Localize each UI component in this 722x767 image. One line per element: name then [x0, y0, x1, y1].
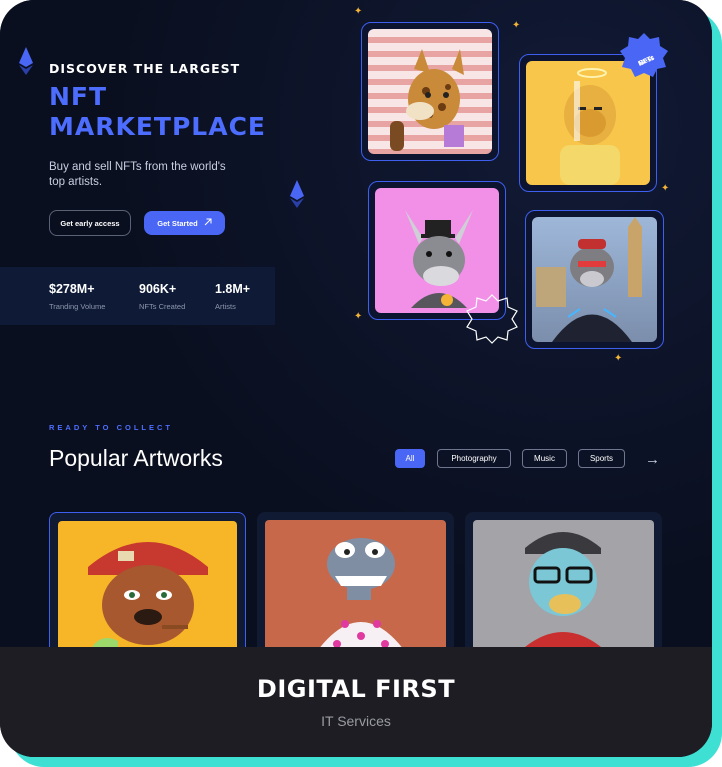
popular-title: Popular Artworks: [49, 445, 223, 471]
hero-subtitle: Buy and sell NFTs from the world's top a…: [49, 161, 226, 188]
filter-label: Sports: [589, 454, 614, 463]
stat-label: Tranding Volume: [49, 302, 106, 311]
dino-nft: [265, 520, 446, 654]
sparkle-icon: ✦: [354, 6, 363, 17]
hero-title-line1: NFT: [49, 82, 108, 111]
stat-artists: 1.8M+ Artists: [215, 282, 250, 311]
stats-bar: $278M+ Tranding Volume 906K+ NFTs Create…: [0, 267, 275, 325]
ethereum-icon: [19, 47, 33, 75]
ethereum-icon: [290, 180, 304, 208]
stat-label: Artists: [215, 302, 236, 311]
filter-sports[interactable]: Sports: [578, 449, 625, 468]
get-early-access-label: Get early access: [60, 218, 120, 228]
stat-volume: $278M+ Tranding Volume: [49, 282, 105, 311]
golden-ape-nft: [526, 61, 650, 185]
filter-photography[interactable]: Photography: [437, 449, 511, 468]
giraffe-dog-nft: [368, 29, 492, 154]
get-early-access-button[interactable]: Get early access: [49, 210, 131, 236]
filter-label: Photography: [451, 454, 497, 463]
portfolio-card: DISCOVER THE LARGEST NFT MARKETPLACE Buy…: [0, 0, 712, 757]
stat-value: $278M+: [49, 282, 95, 296]
stat-value: 1.8M+: [215, 282, 251, 296]
arrow-right-icon[interactable]: →: [645, 451, 660, 468]
arrow-up-right-icon: [204, 218, 212, 228]
sparkle-icon: ✦: [512, 20, 521, 31]
best-nfts-badge: Best NFTs: [619, 33, 669, 77]
get-started-label: Get Started: [157, 218, 198, 228]
artwork-card[interactable]: [465, 512, 662, 662]
featured-nft-card[interactable]: [361, 22, 499, 161]
seal-outline-icon: [463, 293, 521, 350]
filter-label: All: [405, 454, 415, 463]
hero-eyebrow: DISCOVER THE LARGEST: [49, 61, 241, 76]
get-started-button[interactable]: Get Started: [144, 211, 225, 235]
stat-label: NFTs Created: [139, 302, 186, 311]
bulldog-nft: [58, 521, 237, 653]
bored-ape-nft: [473, 520, 654, 654]
stat-created: 906K+ NFTs Created: [139, 282, 185, 311]
brand-name: DIGITAL FIRST: [256, 675, 456, 703]
filter-music[interactable]: Music: [522, 449, 567, 468]
sparkle-icon: ✦: [661, 183, 670, 194]
london-ape-nft: [532, 217, 657, 342]
sparkle-icon: ✦: [614, 353, 623, 364]
sparkle-icon: ✦: [354, 311, 363, 322]
stat-value: 906K+: [139, 282, 177, 296]
hero-title: NFT MARKETPLACE: [49, 82, 266, 142]
hero-title-line2: MARKETPLACE: [49, 112, 267, 141]
artwork-card[interactable]: [49, 512, 246, 662]
footer-caption: DIGITAL FIRST IT Services: [0, 647, 712, 757]
popular-eyebrow: READY TO COLLECT: [49, 423, 173, 432]
featured-nft-card[interactable]: [525, 210, 664, 349]
brand-tagline: IT Services: [321, 713, 391, 729]
artwork-card[interactable]: [257, 512, 454, 662]
filter-all[interactable]: All: [395, 449, 425, 468]
filter-label: Music: [534, 454, 555, 463]
